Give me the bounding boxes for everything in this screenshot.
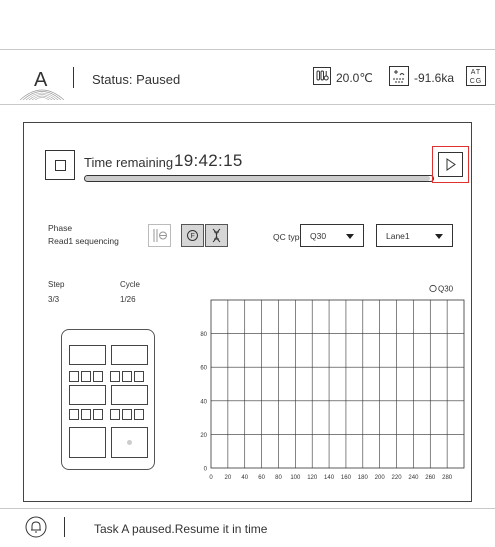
x-tick-label: 280: [442, 475, 453, 481]
run-progress-fill: [85, 176, 430, 181]
flowcell-diagram: [61, 329, 155, 470]
svg-text:F: F: [191, 233, 195, 240]
flowcell-lane: [69, 345, 106, 365]
time-remaining-label: Time remaining: [84, 155, 174, 170]
x-tick-label: 240: [408, 475, 419, 481]
y-tick-label: 40: [200, 399, 207, 405]
step-label: Step: [48, 280, 65, 289]
x-tick-label: 20: [225, 475, 232, 481]
x-tick-label: 220: [392, 475, 403, 481]
flowcell-tile: [93, 371, 103, 382]
stop-button[interactable]: [45, 150, 75, 180]
x-tick-label: 140: [324, 475, 335, 481]
flowcell-tile: [134, 371, 144, 382]
flowcell-tile: [110, 409, 120, 420]
pressure-icon: [389, 66, 409, 86]
footer-bar: Task A paused.Resume it in time: [0, 509, 495, 547]
cycle-value: 1/26: [120, 295, 136, 304]
plot-frame: [210, 299, 465, 469]
atcg-line-1: AT: [470, 69, 482, 76]
flowcell-lane: [111, 427, 148, 458]
y-tick-label: 0: [204, 467, 208, 473]
lane-value: Lane1: [386, 231, 410, 241]
flowcell-lane: [111, 385, 148, 405]
y-tick-label: 60: [200, 366, 207, 372]
footer-divider: [64, 517, 65, 537]
play-button[interactable]: [438, 152, 463, 177]
chevron-down-icon: [435, 234, 443, 239]
play-icon: [446, 158, 456, 171]
flowcell-tile: [134, 409, 144, 420]
atcg-line-2: CG: [469, 78, 483, 85]
chevron-down-icon: [346, 234, 354, 239]
flowcell-tile: [122, 409, 132, 420]
legend-marker: [429, 284, 437, 293]
run-panel: Time remaining 19:42:15 Phase Read1 sequ…: [23, 122, 472, 502]
intensity-view-button[interactable]: [148, 224, 171, 247]
run-progress-bar: [84, 175, 434, 182]
x-tick-label: 40: [241, 475, 248, 481]
time-remaining-value: 19:42:15: [174, 151, 243, 170]
qc-type-select[interactable]: Q30: [300, 224, 364, 247]
flowcell-lane: [69, 427, 106, 458]
x-tick-label: 120: [307, 475, 318, 481]
flowcell-tile: [81, 371, 91, 382]
x-tick-label: 60: [258, 475, 265, 481]
atcg-badge: AT CG: [466, 66, 486, 86]
dna-view-button[interactable]: [205, 224, 228, 247]
flowcell-tile: [69, 409, 79, 420]
flowcell-tile: [122, 371, 132, 382]
legend-label: Q30: [438, 285, 454, 294]
lane-select[interactable]: Lane1: [376, 224, 453, 247]
phase-label: Phase: [48, 223, 73, 233]
x-tick-label: 160: [341, 475, 352, 481]
temperature-value: 20.0℃: [336, 71, 373, 85]
pressure-value: -91.6ka: [414, 71, 455, 85]
qc-type-value: Q30: [310, 231, 327, 241]
bell-icon[interactable]: [25, 516, 47, 538]
focus-icon: F: [187, 230, 198, 241]
focus-view-button[interactable]: F: [181, 224, 204, 247]
flowcell-lane: [111, 345, 148, 365]
status-text: Status: Paused: [92, 72, 181, 87]
status-divider: [73, 67, 74, 88]
qc-chart: 0 20 40 60 80 0 20 40 60 80 100 120 140 160 180 200 220 2…: [200, 284, 465, 481]
stop-icon: [55, 160, 66, 171]
flowcell-tile: [93, 409, 103, 420]
x-tick-label: 0: [209, 475, 213, 481]
main-area: Time remaining 19:42:15 Phase Read1 sequ…: [0, 105, 495, 509]
footer-message: Task A paused.Resume it in time: [94, 522, 268, 536]
x-tick-label: 180: [358, 475, 369, 481]
intensity-icon: [153, 229, 167, 242]
y-tick-label: 80: [200, 332, 207, 338]
status-bar: A Status: Paused 20.0℃ -91.6ka AT CG: [0, 49, 495, 105]
cycle-label: Cycle: [120, 280, 141, 289]
y-tick-label: 20: [200, 433, 207, 439]
dna-icon: [212, 228, 221, 243]
logo-text: A: [34, 69, 48, 91]
flowcell-tile: [110, 371, 120, 382]
flowcell-tile: [69, 371, 79, 382]
logo-icon: A: [19, 69, 65, 100]
x-tick-label: 200: [375, 475, 386, 481]
x-tick-label: 100: [290, 475, 301, 481]
x-tick-label: 80: [275, 475, 282, 481]
phase-value: Read1 sequencing: [48, 236, 119, 246]
x-tick-label: 260: [425, 475, 436, 481]
thermometer-icon: [313, 67, 331, 85]
flowcell-dot: [127, 440, 132, 445]
flowcell-lane: [69, 385, 106, 405]
step-value: 3/3: [48, 295, 60, 304]
flowcell-tile: [81, 409, 91, 420]
play-button-highlight: [432, 146, 469, 183]
